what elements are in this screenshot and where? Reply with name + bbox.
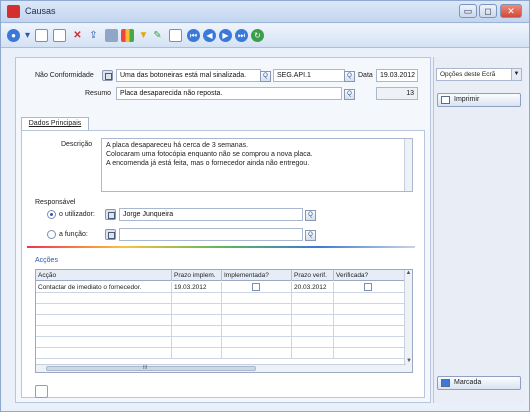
imprimir-label: Imprimir <box>454 96 480 103</box>
resumo-label: Resumo <box>85 90 112 97</box>
cell-prazo-verif[interactable]: 20.03.2012 <box>292 282 334 293</box>
delete-icon[interactable]: ✕ <box>71 29 84 42</box>
table-row[interactable] <box>36 304 406 315</box>
nao-conformidade-search-icon[interactable]: Q <box>260 71 271 82</box>
table-row[interactable] <box>36 348 406 359</box>
print-preview-icon[interactable] <box>169 29 182 42</box>
descricao-line: A placa desapareceu há cerca de 3 semana… <box>106 142 249 149</box>
table-row[interactable] <box>36 326 406 337</box>
resumo-number: 13 <box>376 87 418 100</box>
cell-prazo-implem[interactable]: 19.03.2012 <box>172 282 222 293</box>
edit-icon[interactable]: ✎ <box>151 29 164 42</box>
scroll-down-icon[interactable]: ▼ <box>405 358 412 364</box>
funcao-field[interactable] <box>119 228 303 241</box>
toolbar: ● ▾ ✕ ⇪ ▼ ✎ ⏮ ◀ ▶ ⏭ ↻ <box>1 24 529 48</box>
table-row[interactable] <box>36 315 406 326</box>
data-label: Data <box>358 72 373 79</box>
codigo-search-icon[interactable]: Q <box>344 71 355 82</box>
maximize-button[interactable]: ◻ <box>479 4 497 18</box>
implementada-checkbox[interactable] <box>252 283 260 291</box>
chart-icon[interactable] <box>121 29 134 42</box>
descricao-scrollbar[interactable] <box>404 139 412 191</box>
marcada-button[interactable]: Marcada <box>437 376 521 390</box>
utilizador-radio[interactable] <box>47 210 56 219</box>
data-field[interactable]: 19.03.2012 <box>376 69 418 82</box>
export-icon[interactable]: ⇪ <box>87 29 100 42</box>
nav-first-icon[interactable]: ⏮ <box>187 29 200 42</box>
grid-header: Acção Prazo implem. Implementada? Prazo … <box>36 270 406 281</box>
nao-conformidade-label: Não Conformidade <box>35 72 94 79</box>
funcao-search-icon[interactable]: Q <box>305 230 316 241</box>
grid-horizontal-scrollbar[interactable]: III <box>36 364 406 372</box>
nav-prev-icon[interactable]: ◀ <box>203 29 216 42</box>
table-row[interactable] <box>36 337 406 348</box>
descricao-line: Colocaram uma fotocópia enquanto não se … <box>106 151 313 158</box>
col-prazo-implem[interactable]: Prazo implem. <box>172 270 222 281</box>
refresh-icon[interactable]: ↻ <box>251 29 264 42</box>
app-icon <box>7 5 20 18</box>
verificada-checkbox[interactable] <box>364 283 372 291</box>
scroll-up-icon[interactable]: ▲ <box>405 270 412 276</box>
scroll-thumb[interactable]: III <box>46 365 256 371</box>
cell-verificada[interactable] <box>334 282 406 293</box>
col-implementada[interactable]: Implementada? <box>222 270 292 281</box>
col-accao[interactable]: Acção <box>36 270 172 281</box>
cell-accao[interactable]: Contactar de imediato o fornecedor. <box>36 282 172 293</box>
accoes-label: Acções <box>35 257 58 264</box>
copy-icon[interactable] <box>53 29 66 42</box>
nao-conformidade-field[interactable]: Uma das botoneiras está mal sinalizada. <box>116 69 261 82</box>
new-icon[interactable] <box>35 29 48 42</box>
scroll-grip-icon: III <box>143 365 148 371</box>
nav-next-icon[interactable]: ▶ <box>219 29 232 42</box>
new-record-icon[interactable] <box>35 385 48 398</box>
imprimir-button[interactable]: Imprimir <box>437 93 521 107</box>
quick-access-icon[interactable]: ● <box>7 29 20 42</box>
responsavel-label: Responsável <box>35 199 76 206</box>
grid-vertical-scrollbar[interactable]: ▲ ▼ <box>404 270 412 372</box>
minimize-button[interactable]: ▭ <box>459 4 477 18</box>
section-divider <box>27 246 415 248</box>
descricao-line: A encomenda já está feita, mas o fornece… <box>106 160 310 167</box>
table-row[interactable] <box>36 293 406 304</box>
window-title: Causas <box>25 6 56 16</box>
funcao-lookup-icon[interactable] <box>105 229 116 240</box>
app-window: Causas ▭ ◻ ✕ ● ▾ ✕ ⇪ ▼ ✎ ⏮ ◀ ▶ ⏭ ↻ Não C… <box>0 0 530 412</box>
options-select[interactable]: Opções deste Ecrã ▼ <box>436 68 522 81</box>
resumo-field[interactable]: Placa desaparecida não reposta. <box>116 87 342 100</box>
options-select-value: Opções deste Ecrã <box>440 71 496 78</box>
funcao-label: a função: <box>59 231 88 238</box>
accoes-grid: Acção Prazo implem. Implementada? Prazo … <box>35 269 413 373</box>
funcao-radio[interactable] <box>47 230 56 239</box>
utilizador-field[interactable]: Jorge Junqueira <box>119 208 303 221</box>
printer-icon <box>441 96 450 104</box>
title-bar: Causas ▭ ◻ ✕ <box>1 1 529 23</box>
resumo-search-icon[interactable]: Q <box>344 89 355 100</box>
nav-last-icon[interactable]: ⏭ <box>235 29 248 42</box>
table-row[interactable]: Contactar de imediato o fornecedor. 19.0… <box>36 282 406 293</box>
lookup-icon[interactable] <box>102 70 113 81</box>
codigo-field[interactable]: SEG.API.1 <box>273 69 345 82</box>
filter-icon[interactable]: ▼ <box>137 29 150 42</box>
list-icon[interactable] <box>105 29 118 42</box>
flag-icon <box>441 379 450 387</box>
chevron-down-icon[interactable]: ▼ <box>511 69 521 80</box>
descricao-label: Descrição <box>61 141 93 148</box>
cell-implementada[interactable] <box>222 282 292 293</box>
tab-dados-principais[interactable]: Dados Principais <box>21 117 89 131</box>
utilizador-lookup-icon[interactable] <box>105 209 116 220</box>
utilizador-label: o utilizador: <box>59 211 95 218</box>
close-button[interactable]: ✕ <box>500 4 522 18</box>
utilizador-search-icon[interactable]: Q <box>305 210 316 221</box>
col-prazo-verif[interactable]: Prazo verif. <box>292 270 334 281</box>
descricao-textarea[interactable]: A placa desapareceu há cerca de 3 semana… <box>101 138 413 192</box>
col-verificada[interactable]: Verificada? <box>334 270 406 281</box>
marcada-label: Marcada <box>454 379 482 386</box>
side-panel <box>433 57 525 403</box>
dropdown-arrow-icon[interactable]: ▾ <box>21 29 34 42</box>
